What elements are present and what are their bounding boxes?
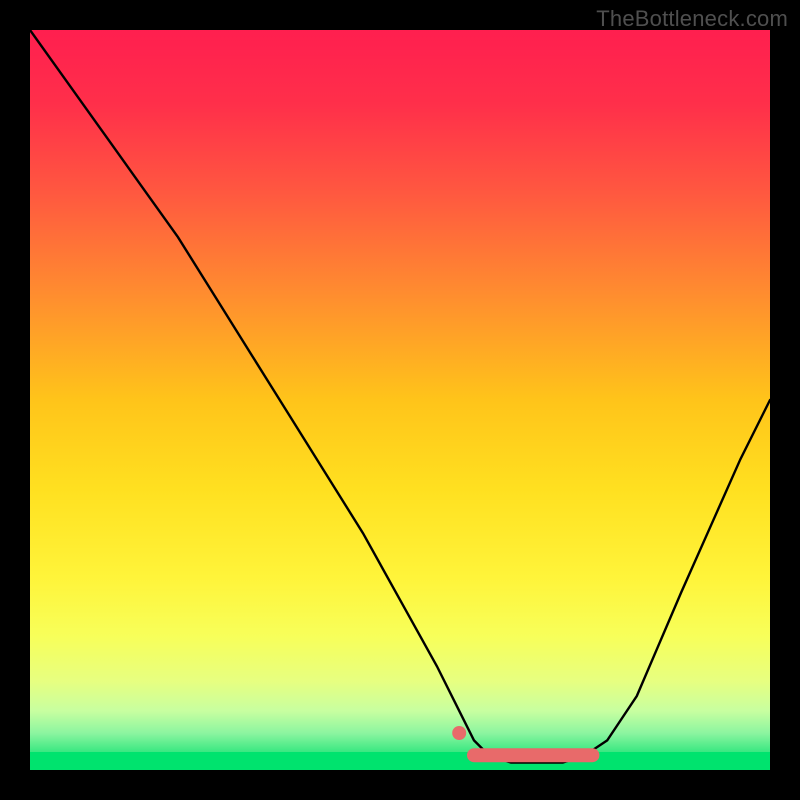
chart-frame: TheBottleneck.com xyxy=(0,0,800,800)
highlight-dot xyxy=(452,726,466,740)
curve-layer xyxy=(30,30,770,770)
plot-area xyxy=(30,30,770,770)
bottleneck-curve xyxy=(30,30,770,763)
attribution-label: TheBottleneck.com xyxy=(596,6,788,32)
